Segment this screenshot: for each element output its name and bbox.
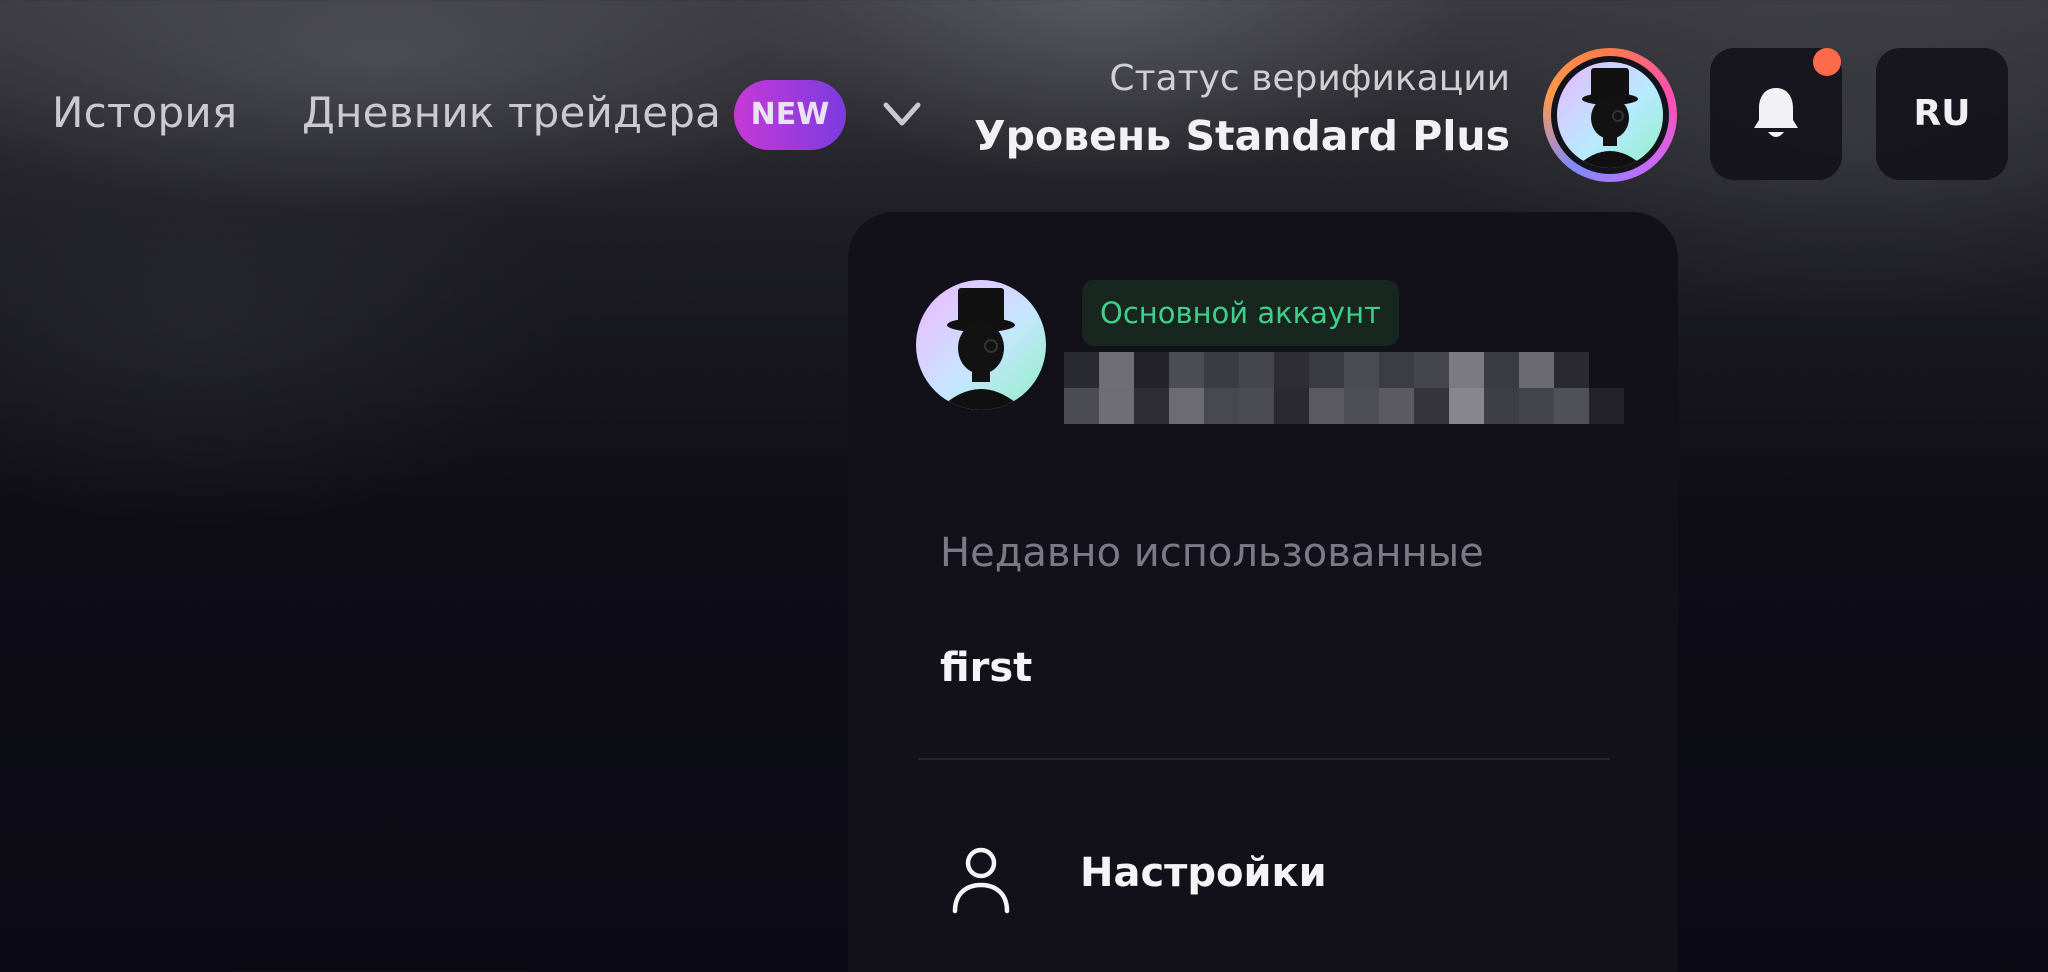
settings-menu-item[interactable]: Настройки [1080, 850, 1327, 896]
nav-trader-diary-link[interactable]: Дневник трейдера [302, 88, 721, 137]
new-badge: NEW [734, 80, 846, 150]
recent-account-item[interactable]: first [940, 645, 1032, 691]
bell-icon [1754, 88, 1798, 137]
notification-dot [1813, 48, 1841, 76]
top-hat-avatar-icon [938, 288, 1024, 410]
obscured-account-id [1064, 352, 1624, 424]
user-icon[interactable] [950, 845, 1012, 915]
profile-avatar-button[interactable] [1543, 48, 1677, 182]
account-avatar [916, 280, 1046, 410]
menu-divider [918, 758, 1610, 760]
language-button[interactable]: RU [1876, 48, 2008, 180]
top-hat-avatar-icon [1557, 62, 1663, 168]
main-account-badge: Основной аккаунт [1082, 280, 1399, 346]
recently-used-heading: Недавно использованные [940, 530, 1484, 576]
nav-history-link[interactable]: История [52, 88, 237, 137]
verification-status-label[interactable]: Статус верификации [1109, 58, 1510, 99]
chevron-down-icon[interactable] [880, 95, 924, 135]
verification-level[interactable]: Уровень Standard Plus [974, 112, 1510, 160]
